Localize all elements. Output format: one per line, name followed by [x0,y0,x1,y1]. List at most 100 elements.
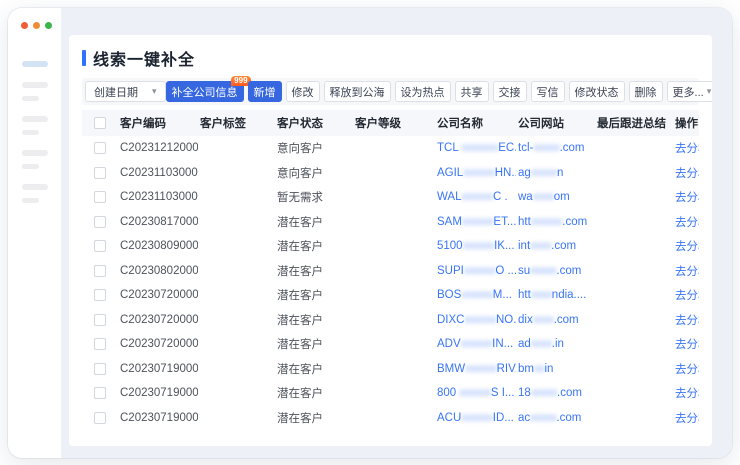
sidebar-item[interactable] [22,116,48,122]
company-website[interactable]: tcl-xxxxx.com [516,136,595,161]
row-checkbox[interactable] [94,338,106,350]
table-body: C202312120001 意向客户 TCL xxxxxxxEC... tcl-… [82,136,699,430]
company-website[interactable]: httxxxxndia.... [516,283,595,308]
company-name[interactable]: DIXCxxxxxxNO... [435,308,516,333]
company-name[interactable]: SAMxxxxxxET... [435,210,516,235]
row-checkbox[interactable] [94,191,106,203]
company-name[interactable]: BMWxxxxxxRIV... [435,357,516,382]
company-website[interactable]: httxxxxxx.com [516,210,595,235]
analyze-customer-link[interactable]: 去分析客户 [675,266,699,278]
company-website[interactable]: intxxxx.com [516,234,595,259]
customer-status: 潜在客户 [275,332,353,357]
customer-status: 意向客户 [275,161,353,186]
row-checkbox[interactable] [94,289,106,301]
select-all-checkbox[interactable] [94,117,106,129]
row-checkbox[interactable] [94,167,106,179]
company-name[interactable]: 800 xxxxxxS I... [435,381,516,406]
company-name[interactable]: WALxxxxxxC . [435,185,516,210]
toolbar-button-10[interactable]: 删除 [629,81,663,102]
analyze-customer-link[interactable]: 去分析客户 [675,143,699,155]
company-website[interactable]: 18xxxxx.com [516,381,595,406]
customer-tag [198,185,275,210]
company-website[interactable]: acxxxxx.com [516,406,595,431]
toolbar-button-3[interactable]: 修改 [286,81,320,102]
row-checkbox[interactable] [94,240,106,252]
company-name[interactable]: 5100xxxxxxIK... [435,234,516,259]
sidebar-item[interactable] [22,82,48,88]
toolbar-button-2[interactable]: 新增 [248,81,282,102]
company-name[interactable]: SUPIxxxxxxO ... [435,259,516,284]
table-row[interactable]: C202307200001 潜在客户 ADVxxxxxxIN... adxxxx… [82,332,699,357]
company-name[interactable]: ADVxxxxxxIN... [435,332,516,357]
toolbar-button-5[interactable]: 设为热点 [395,81,451,102]
customer-tag [198,259,275,284]
company-website[interactable]: waxxxxom [516,185,595,210]
close-window-dot[interactable] [21,22,28,29]
table-row[interactable]: C202307200002 潜在客户 DIXCxxxxxxNO... dixxx… [82,308,699,333]
row-checkbox[interactable] [94,142,106,154]
maximize-window-dot[interactable] [45,22,52,29]
analyze-customer-link[interactable]: 去分析客户 [675,388,699,400]
row-checkbox[interactable] [94,387,106,399]
company-name[interactable]: ACUxxxxxxID... [435,406,516,431]
button-label: 共享 [461,84,483,100]
sidebar-item[interactable] [22,164,39,169]
analyze-customer-link[interactable]: 去分析客户 [675,339,699,351]
table-row[interactable]: C202308170001 潜在客户 SAMxxxxxxET... httxxx… [82,210,699,235]
analyze-customer-link[interactable]: 去分析客户 [675,192,699,204]
sidebar-item-active[interactable] [22,61,48,67]
sidebar-item[interactable] [22,184,48,190]
customer-code: C202307190003 [118,357,198,382]
button-label: 释放到公海 [330,84,385,100]
sidebar-item[interactable] [22,150,48,156]
minimize-window-dot[interactable] [33,22,40,29]
column-customer-tag: 客户标签 [198,110,275,136]
toolbar-button-1[interactable]: 补全公司信息999 [166,81,244,102]
toolbar-button-7[interactable]: 交接 [493,81,527,102]
create-date-filter-select[interactable]: 创建日期 ▾ [85,81,166,102]
toolbar-button-4[interactable]: 释放到公海 [324,81,391,102]
company-website[interactable]: suxxxxx.com [516,259,595,284]
analyze-customer-link[interactable]: 去分析客户 [675,290,699,302]
analyze-customer-link[interactable]: 去分析客户 [675,168,699,180]
row-checkbox[interactable] [94,412,106,424]
table-row[interactable]: C202307200003 潜在客户 BOSxxxxxxM... httxxxx… [82,283,699,308]
sidebar-item[interactable] [22,96,39,101]
analyze-customer-link[interactable]: 去分析客户 [675,217,699,229]
sidebar-item[interactable] [22,130,39,135]
customer-tag [198,283,275,308]
analyze-customer-link[interactable]: 去分析客户 [675,364,699,376]
row-checkbox[interactable] [94,363,106,375]
button-label: 修改 [292,84,314,100]
toolbar-button-6[interactable]: 共享 [455,81,489,102]
toolbar-button-11[interactable]: 更多...▾ [667,81,712,102]
content-card: 线索一键补全 创建日期 ▾ 补全公司信息999新增修改释放到公海设为热点共享交接… [69,35,712,446]
customer-level [353,136,435,161]
company-name[interactable]: BOSxxxxxxM... [435,283,516,308]
analyze-customer-link[interactable]: 去分析客户 [675,413,699,425]
table-row[interactable]: C202307190001 潜在客户 ACUxxxxxxID... acxxxx… [82,406,699,431]
table-row[interactable]: C202308090001 潜在客户 5100xxxxxxIK... intxx… [82,234,699,259]
table-row[interactable]: C202311030002 意向客户 AGILxxxxxxHN... agxxx… [82,161,699,186]
toolbar-button-8[interactable]: 写信 [531,81,565,102]
company-name[interactable]: TCL xxxxxxxEC... [435,136,516,161]
company-website[interactable]: bmxxin [516,357,595,382]
table-row[interactable]: C202311030001 暂无需求 WALxxxxxxC . waxxxxom… [82,185,699,210]
company-name[interactable]: AGILxxxxxxHN... [435,161,516,186]
customer-level [353,161,435,186]
analyze-customer-link[interactable]: 去分析客户 [675,315,699,327]
analyze-customer-link[interactable]: 去分析客户 [675,241,699,253]
company-website[interactable]: agxxxxxn [516,161,595,186]
toolbar-button-9[interactable]: 修改状态 [569,81,625,102]
company-website[interactable]: adxxxx.in [516,332,595,357]
company-website[interactable]: dixxxxx.com [516,308,595,333]
table-row[interactable]: C202307190002 潜在客户 800 xxxxxxS I... 18xx… [82,381,699,406]
table-row[interactable]: C202312120001 意向客户 TCL xxxxxxxEC... tcl-… [82,136,699,161]
button-label: 新增 [254,84,276,100]
table-row[interactable]: C202308020001 潜在客户 SUPIxxxxxxO ... suxxx… [82,259,699,284]
row-checkbox[interactable] [94,314,106,326]
table-row[interactable]: C202307190003 潜在客户 BMWxxxxxxRIV... bmxxi… [82,357,699,382]
row-checkbox[interactable] [94,216,106,228]
sidebar-item[interactable] [22,198,39,203]
row-checkbox[interactable] [94,265,106,277]
